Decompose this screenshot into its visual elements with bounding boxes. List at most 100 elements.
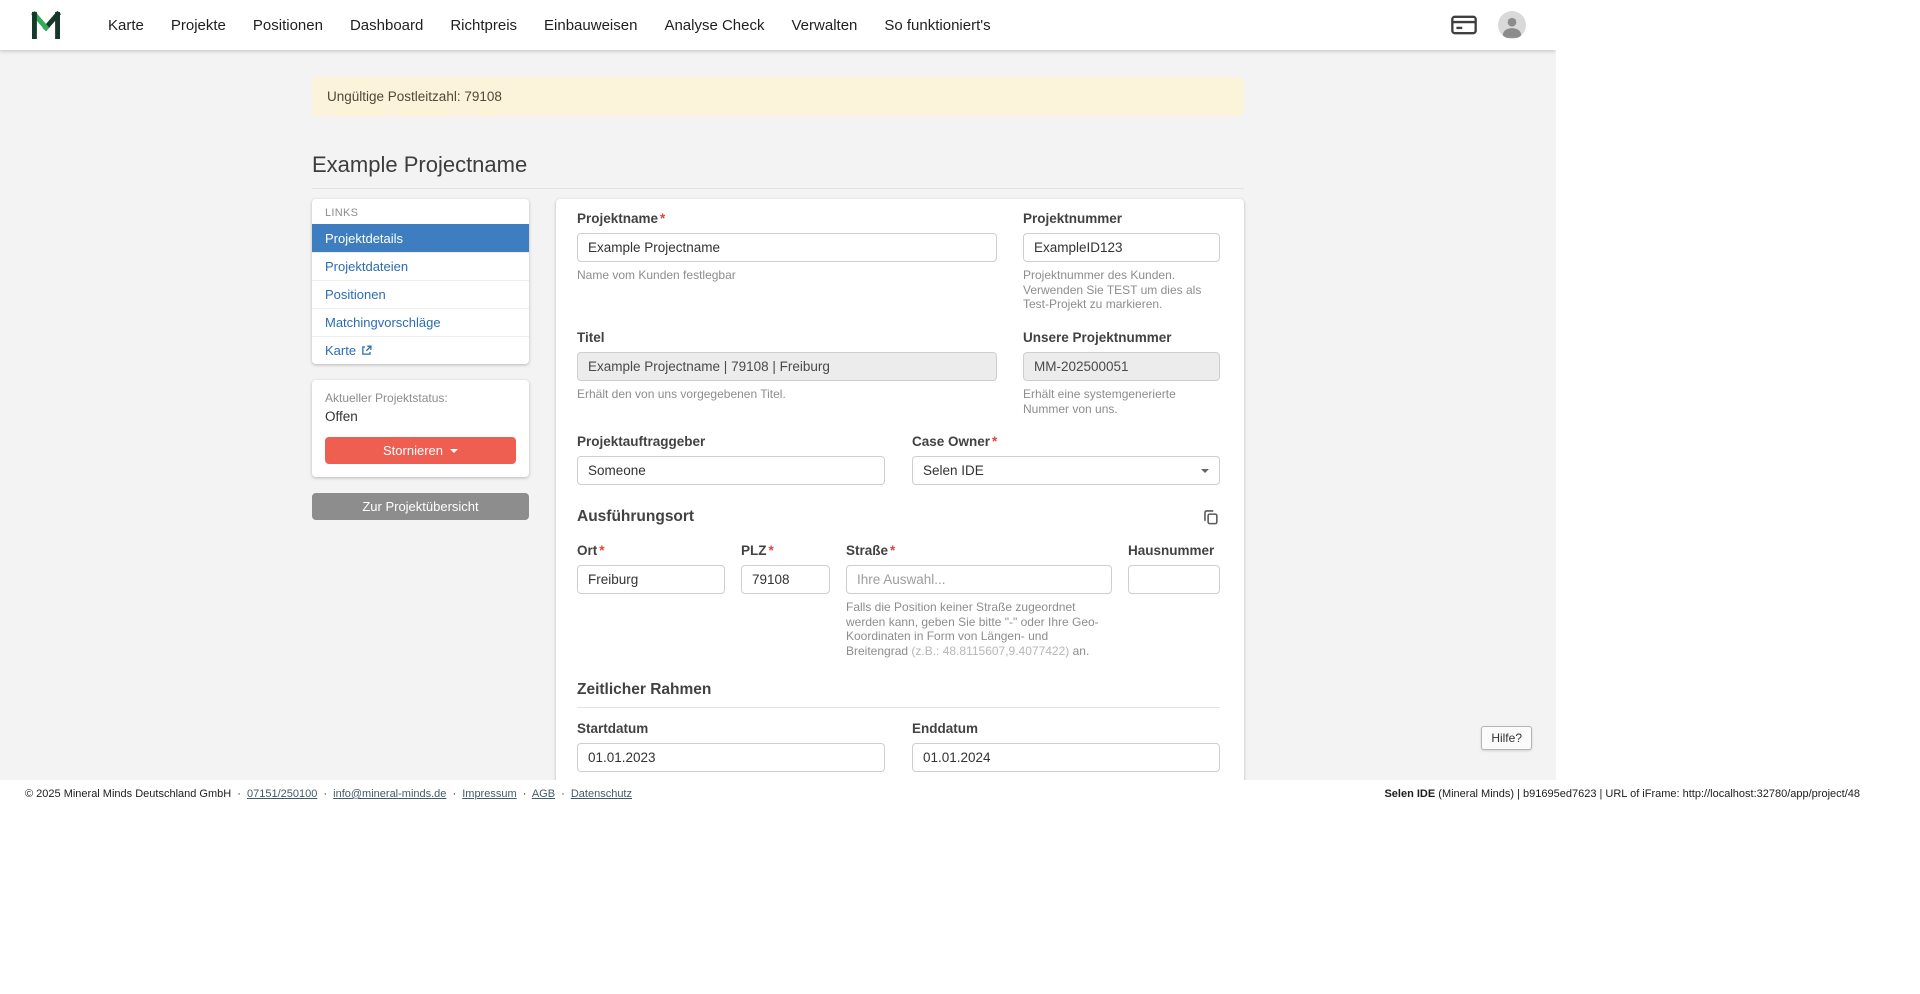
status-value: Offen [325, 409, 516, 424]
zeitlicher-rahmen-section: Zeitlicher Rahmen Startdatum Enddatum [577, 681, 1220, 772]
sidebar-item-label: Projektdetails [325, 231, 403, 246]
agb-link[interactable]: AGB [532, 788, 555, 800]
alert-text: Ungültige Postleitzahl: 79108 [327, 89, 502, 104]
startdatum-label: Startdatum [577, 721, 885, 736]
stornieren-label: Stornieren [383, 443, 443, 458]
ausfuehrungsort-section-header: Ausführungsort [577, 507, 1220, 526]
required-marker: * [992, 434, 997, 449]
sidebar-links: Projektdetails Projektdateien Positionen… [312, 224, 529, 364]
nav-item-verwalten[interactable]: Verwalten [792, 17, 858, 34]
caret-down-icon [1201, 469, 1209, 473]
hausnummer-label: Hausnummer [1128, 543, 1220, 558]
plz-group: PLZ* [741, 543, 830, 659]
stornieren-button[interactable]: Stornieren [325, 437, 516, 464]
status-card: Aktueller Projektstatus: Offen Storniere… [312, 380, 529, 477]
copy-icon [1201, 507, 1220, 526]
hausnummer-group: Hausnummer [1128, 543, 1220, 659]
mineral-minds-logo-icon[interactable] [30, 9, 62, 41]
separator: · [237, 788, 241, 800]
nav-item-analyse-check[interactable]: Analyse Check [664, 17, 764, 34]
separator: · [452, 788, 456, 800]
case-owner-value: Selen IDE [923, 463, 984, 478]
hausnummer-input[interactable] [1128, 565, 1220, 594]
nav-item-positionen[interactable]: Positionen [253, 17, 323, 34]
projektnummer-group: Projektnummer Projektnummer des Kunden. … [1023, 211, 1220, 312]
right-column: Projektname* Name vom Kunden festlegbar … [556, 199, 1244, 780]
project-form-card: Projektname* Name vom Kunden festlegbar … [556, 199, 1244, 780]
section-divider [577, 707, 1220, 708]
projektnummer-helper: Projektnummer des Kunden. Verwenden Sie … [1023, 268, 1220, 312]
email-link[interactable]: info@mineral-minds.de [333, 788, 446, 800]
sidebar-item-karte[interactable]: Karte [312, 336, 529, 364]
startdatum-group: Startdatum [577, 721, 885, 772]
ort-label: Ort* [577, 543, 725, 558]
nav-links: Karte Projekte Positionen Dashboard Rich… [108, 17, 991, 34]
separator: · [523, 788, 527, 800]
form-row-1: Projektname* Name vom Kunden festlegbar … [577, 211, 1220, 312]
required-marker: * [890, 543, 895, 558]
content-row: LINKS Projektdetails Projektdateien Posi… [312, 199, 1244, 780]
ort-input[interactable] [577, 565, 725, 594]
unsere-projektnummer-helper: Erhält eine systemgenerierte Nummer von … [1023, 387, 1220, 416]
projektauftraggeber-input[interactable] [577, 456, 885, 485]
impressum-link[interactable]: Impressum [462, 788, 516, 800]
separator: · [561, 788, 565, 800]
invalid-postcode-alert: Ungültige Postleitzahl: 79108 [312, 77, 1244, 116]
strasse-group: Straße* Falls die Position keiner Straße… [846, 543, 1112, 659]
app-iframe: Karte Projekte Positionen Dashboard Rich… [0, 0, 1556, 780]
links-card-header: LINKS [312, 199, 529, 224]
links-card: LINKS Projektdetails Projektdateien Posi… [312, 199, 529, 364]
projektname-input[interactable] [577, 233, 997, 262]
projektname-helper: Name vom Kunden festlegbar [577, 268, 997, 283]
sidebar-item-positionen[interactable]: Positionen [312, 280, 529, 308]
status-label: Aktueller Projektstatus: [325, 391, 516, 405]
unsere-projektnummer-label: Unsere Projektnummer [1023, 330, 1220, 345]
zeitlicher-rahmen-title: Zeitlicher Rahmen [577, 681, 1220, 699]
ort-group: Ort* [577, 543, 725, 659]
projektnummer-input[interactable] [1023, 233, 1220, 262]
top-navigation: Karte Projekte Positionen Dashboard Rich… [0, 0, 1556, 50]
sidebar-item-matchingvorschlaege[interactable]: Matchingvorschläge [312, 308, 529, 336]
enddatum-input[interactable] [912, 743, 1220, 772]
page-container: Ungültige Postleitzahl: 79108 Example Pr… [312, 77, 1244, 780]
enddatum-group: Enddatum [912, 721, 1220, 772]
page-footer: © 2025 Mineral Minds Deutschland GmbH · … [0, 780, 1920, 808]
plz-label: PLZ* [741, 543, 830, 558]
nav-item-projekte[interactable]: Projekte [171, 17, 226, 34]
datenschutz-link[interactable]: Datenschutz [571, 788, 632, 800]
page-title: Example Projectname [312, 152, 1244, 178]
case-owner-group: Case Owner* Selen IDE [912, 434, 1220, 485]
form-row-2: Titel Erhält den von uns vorgegebenen Ti… [577, 330, 1220, 416]
footer-user-name: Selen IDE [1384, 788, 1435, 800]
help-button[interactable]: Hilfe? [1481, 726, 1532, 750]
sidebar-item-label: Matchingvorschläge [325, 315, 441, 330]
strasse-helper-example: (z.B.: 48.8115607,9.4077422) [911, 644, 1069, 658]
projektauftraggeber-label: Projektauftraggeber [577, 434, 885, 449]
sidebar-item-projektdateien[interactable]: Projektdateien [312, 252, 529, 280]
nav-item-so-funktionierts[interactable]: So funktioniert's [884, 17, 990, 34]
nav-item-karte[interactable]: Karte [108, 17, 144, 34]
user-avatar-icon[interactable] [1498, 11, 1526, 39]
left-column: LINKS Projektdetails Projektdateien Posi… [312, 199, 529, 520]
titel-group: Titel Erhält den von uns vorgegebenen Ti… [577, 330, 997, 416]
form-row-5: Startdatum Enddatum [577, 721, 1220, 772]
external-link-icon [361, 345, 372, 356]
startdatum-input[interactable] [577, 743, 885, 772]
card-icon[interactable] [1450, 11, 1478, 39]
projektname-label: Projektname* [577, 211, 997, 226]
copy-address-button[interactable] [1201, 507, 1220, 526]
plz-input[interactable] [741, 565, 830, 594]
nav-item-dashboard[interactable]: Dashboard [350, 17, 423, 34]
caret-down-icon [450, 449, 458, 453]
phone-link[interactable]: 07151/250100 [247, 788, 317, 800]
projektname-group: Projektname* Name vom Kunden festlegbar [577, 211, 997, 312]
title-divider [312, 188, 1244, 189]
project-overview-button[interactable]: Zur Projektübersicht [312, 493, 529, 520]
nav-item-richtpreis[interactable]: Richtpreis [450, 17, 517, 34]
required-marker: * [660, 211, 665, 226]
nav-item-einbauweisen[interactable]: Einbauweisen [544, 17, 637, 34]
sidebar-item-projektdetails[interactable]: Projektdetails [312, 224, 529, 252]
strasse-input[interactable] [846, 565, 1112, 594]
case-owner-select[interactable]: Selen IDE [912, 456, 1220, 485]
strasse-label: Straße* [846, 543, 1112, 558]
